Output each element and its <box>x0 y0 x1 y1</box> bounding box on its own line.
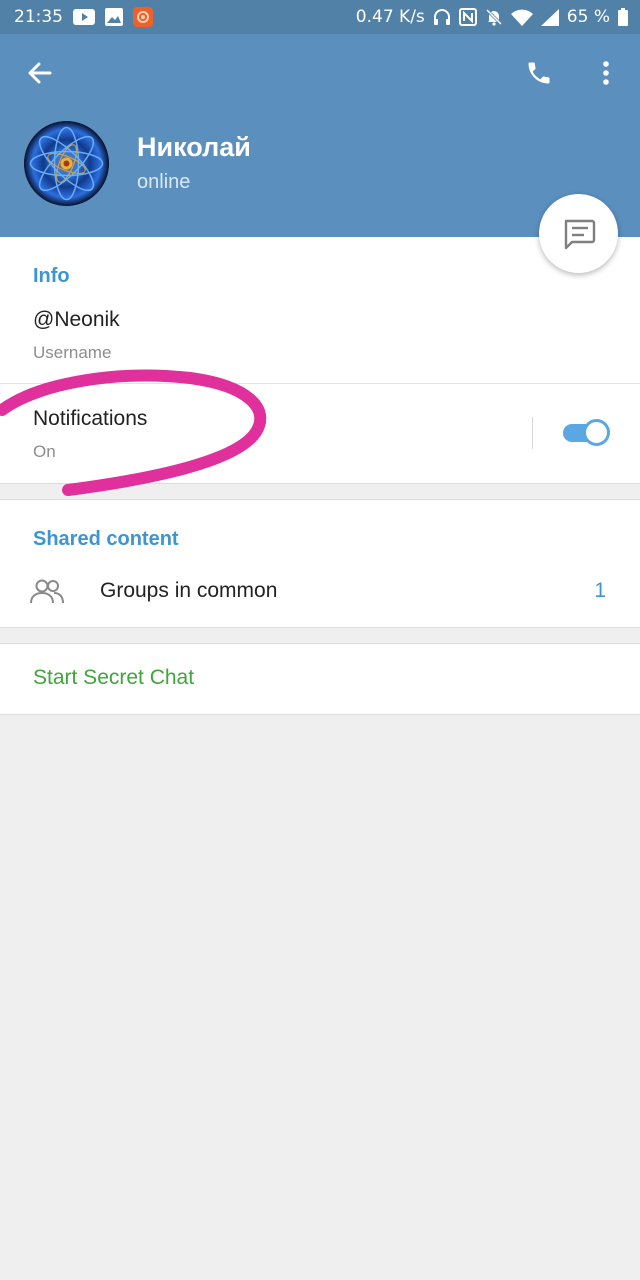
youtube-icon <box>73 9 95 25</box>
username-value[interactable]: @Neonik <box>33 308 120 332</box>
headphones-icon <box>433 8 451 26</box>
groups-in-common-count: 1 <box>594 579 606 602</box>
status-bar: 21:35 0.47 K/s 65 % <box>0 0 640 34</box>
status-right: 0.47 K/s 65 % <box>356 7 628 27</box>
more-vert-icon <box>603 61 609 85</box>
app-icon <box>133 7 153 27</box>
shared-content-title: Shared content <box>33 528 179 550</box>
call-button[interactable] <box>520 56 558 90</box>
toggle-separator <box>532 417 533 449</box>
message-icon <box>564 219 595 249</box>
groups-in-common-label: Groups in common <box>100 579 278 602</box>
network-speed: 0.47 K/s <box>355 7 425 27</box>
battery-icon <box>618 8 628 26</box>
notifications-label: Notifications <box>33 407 148 430</box>
start-secret-chat-label: Start Secret Chat <box>33 666 195 689</box>
phone-icon <box>528 62 550 84</box>
status-time: 21:35 <box>14 7 63 27</box>
mute-icon <box>485 8 503 26</box>
shared-content-section: Shared content Groups in common 1 <box>0 499 640 628</box>
signal-icon <box>540 8 559 26</box>
gallery-icon <box>105 8 123 26</box>
profile-header: Николай online <box>0 34 640 237</box>
more-options-button[interactable] <box>592 56 620 90</box>
arrow-back-icon <box>28 62 52 84</box>
username-label: Username <box>33 343 112 362</box>
profile-status: online <box>137 171 191 193</box>
battery-percent: 65 % <box>566 7 610 27</box>
info-section: Info @Neonik Username Notifications On <box>0 237 640 484</box>
back-button[interactable] <box>22 58 56 88</box>
avatar[interactable] <box>24 121 109 206</box>
groups-in-common-row[interactable]: Groups in common 1 <box>0 560 640 626</box>
toggle-knob <box>583 419 610 446</box>
profile-name: Николай <box>137 132 251 162</box>
info-title: Info <box>33 265 70 287</box>
send-message-button[interactable] <box>539 194 618 273</box>
wifi-icon <box>510 9 533 26</box>
notifications-row[interactable] <box>0 384 640 484</box>
start-secret-chat-button[interactable]: Start Secret Chat <box>0 643 640 715</box>
group-icon <box>30 579 64 604</box>
notifications-value: On <box>33 442 56 461</box>
nfc-icon <box>458 8 477 26</box>
status-left: 21:35 <box>14 7 153 27</box>
notifications-toggle[interactable] <box>561 418 611 448</box>
